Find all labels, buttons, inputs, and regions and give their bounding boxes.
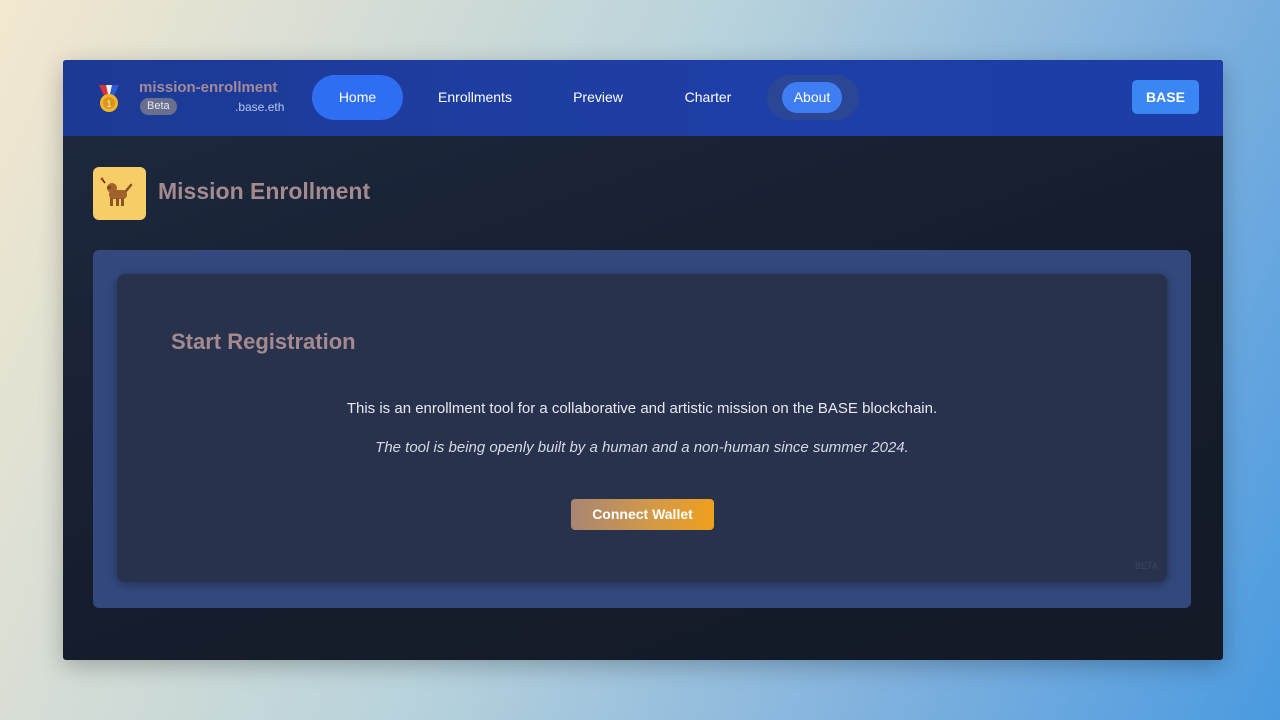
dog-icon	[93, 167, 146, 220]
page-title: Mission Enrollment	[158, 178, 371, 204]
svg-text:1: 1	[106, 100, 112, 110]
nav-about[interactable]: About	[782, 82, 842, 113]
brand-name[interactable]: mission-enrollment	[139, 79, 277, 96]
network-base-button[interactable]: BASE	[1132, 80, 1199, 114]
connect-wallet-button[interactable]: Connect Wallet	[571, 499, 714, 530]
beta-badge: Beta	[140, 98, 177, 115]
registration-card: Start Registration This is an enrollment…	[117, 274, 1167, 582]
card-heading: Start Registration	[171, 329, 356, 354]
nav-charter[interactable]: Charter	[668, 75, 748, 120]
nav-preview[interactable]: Preview	[558, 75, 638, 120]
registration-panel: Start Registration This is an enrollment…	[93, 250, 1191, 608]
nav-enrollments[interactable]: Enrollments	[425, 75, 525, 120]
corner-label: BETA	[1135, 561, 1158, 571]
medal-icon[interactable]: 1	[93, 82, 125, 114]
card-description: This is an enrollment tool for a collabo…	[346, 400, 938, 417]
app-window: 1 mission-enrollment Beta .base.eth Home…	[63, 60, 1223, 660]
brand-suffix: .base.eth	[235, 100, 285, 114]
nav-home[interactable]: Home	[312, 75, 403, 120]
nav-about-container: About	[767, 75, 859, 120]
card-note: The tool is being openly built by a huma…	[375, 439, 909, 456]
top-navbar: 1 mission-enrollment Beta .base.eth Home…	[63, 60, 1223, 136]
